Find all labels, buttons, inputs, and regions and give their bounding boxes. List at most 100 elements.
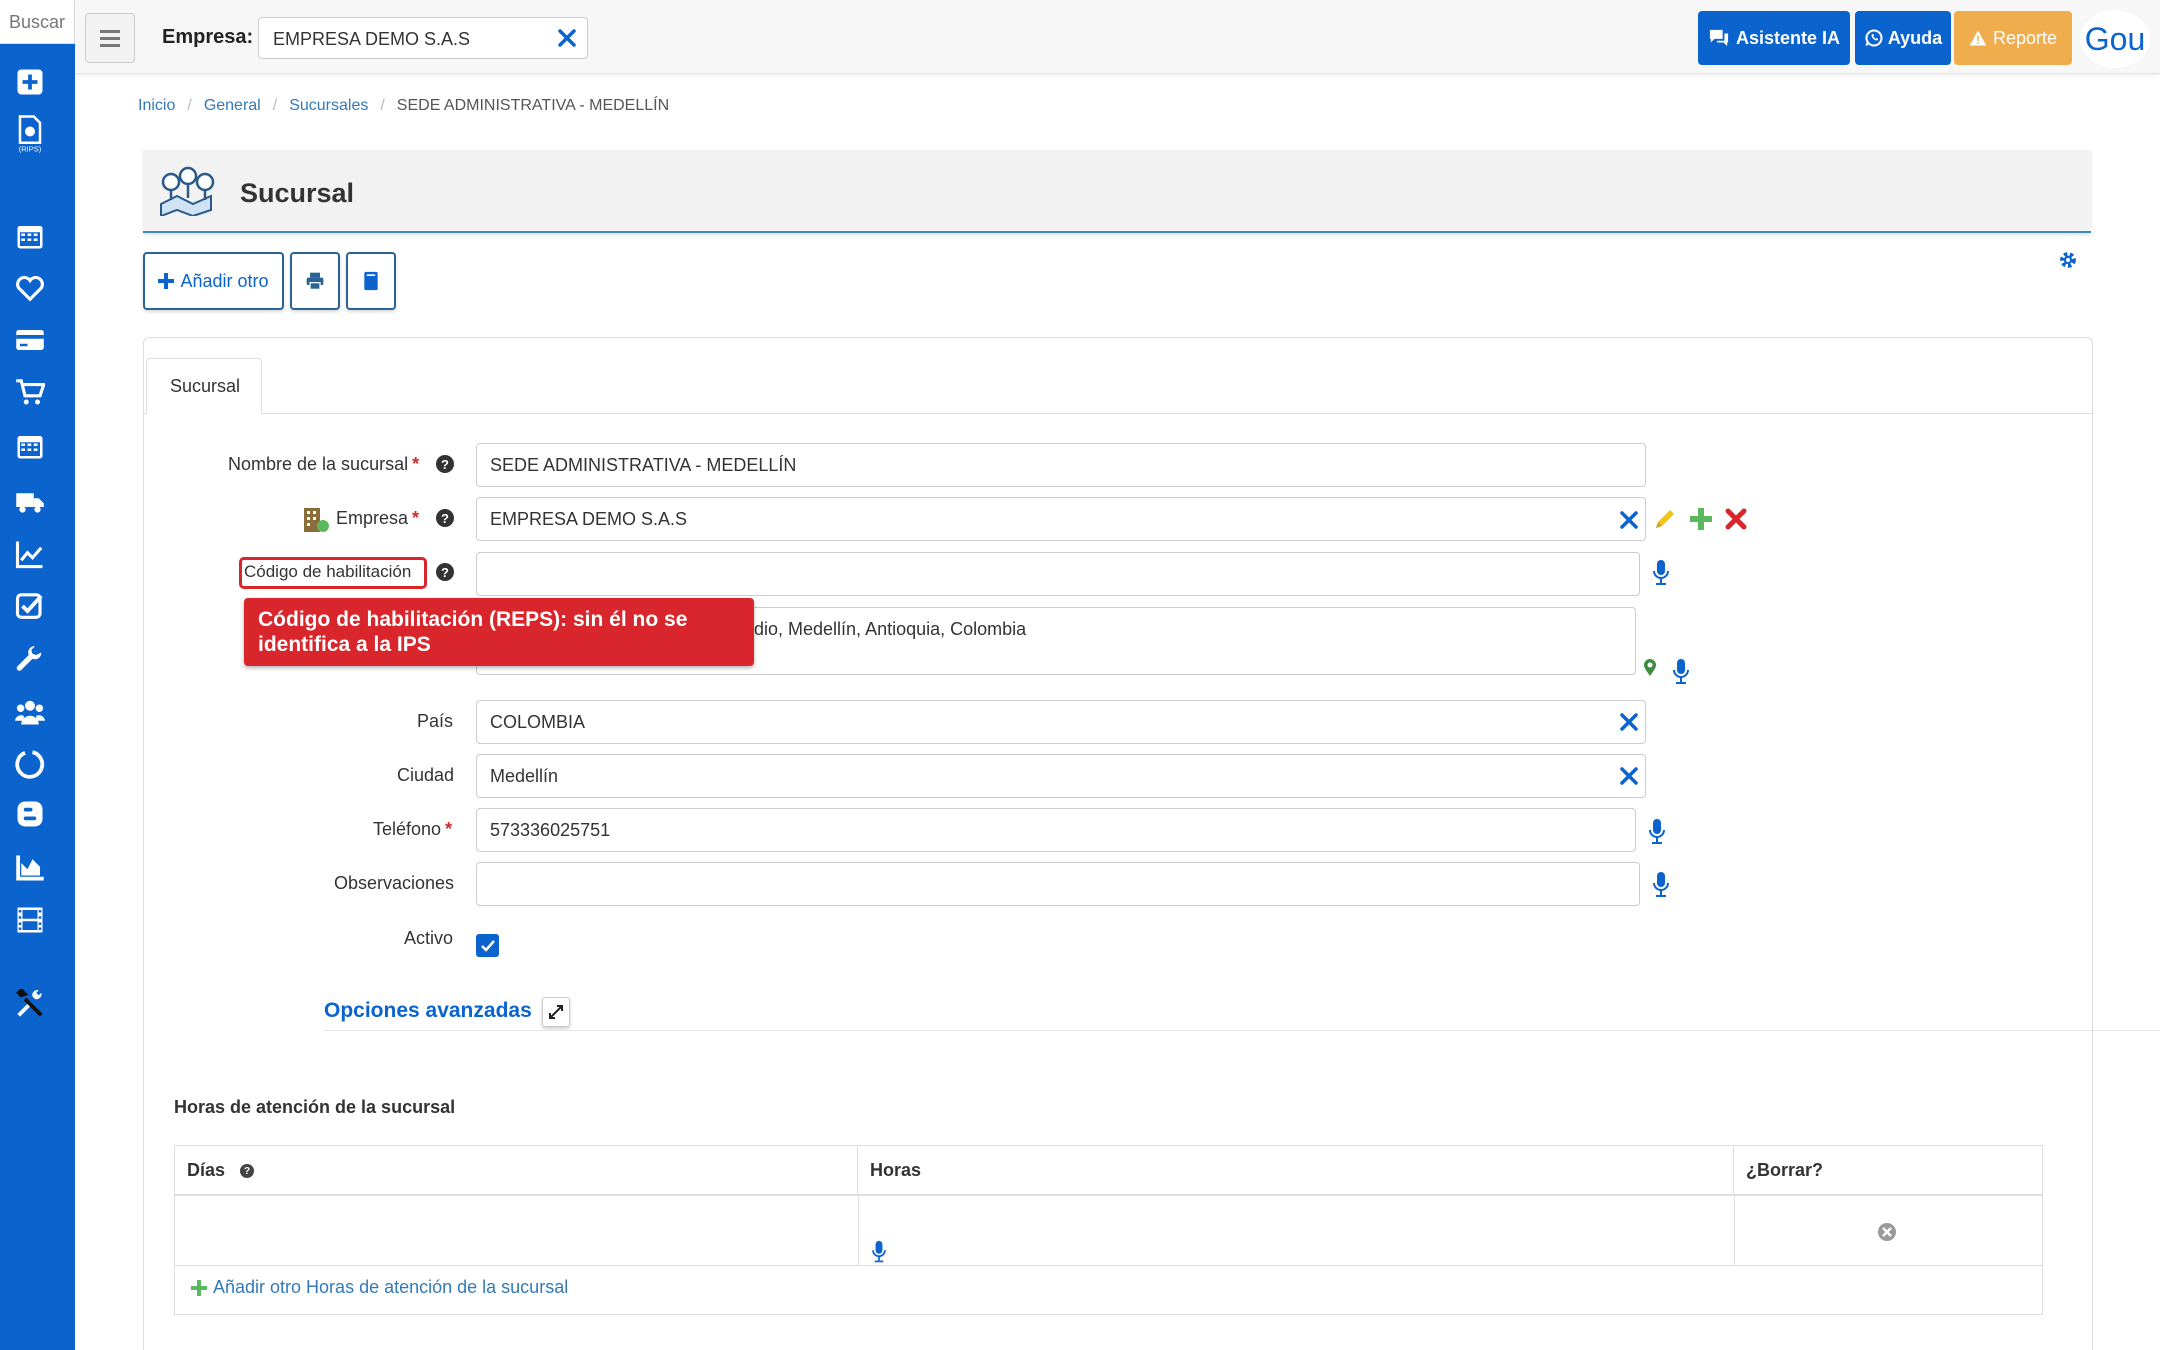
advanced-options-title[interactable]: Opciones avanzadas bbox=[324, 999, 532, 1023]
help-icon[interactable]: ? bbox=[436, 563, 454, 581]
add-empresa-icon[interactable] bbox=[1689, 507, 1713, 531]
activo-checkbox[interactable] bbox=[476, 934, 499, 957]
map-marker-icon[interactable] bbox=[1643, 658, 1657, 676]
pais-label: País bbox=[417, 711, 454, 731]
plus-icon bbox=[191, 1279, 207, 1296]
telefono-label-text: Teléfono bbox=[373, 819, 442, 839]
wrench-icon[interactable] bbox=[14, 644, 46, 676]
add-another-button[interactable]: Añadir otro bbox=[143, 252, 284, 310]
blogger-icon[interactable] bbox=[14, 798, 46, 830]
required-marker: * bbox=[412, 454, 420, 474]
telefono-input[interactable]: 573336025751 bbox=[476, 808, 1636, 852]
book-button[interactable] bbox=[346, 252, 396, 310]
settings-gear-icon[interactable] bbox=[2058, 250, 2078, 270]
plus-square-icon[interactable] bbox=[14, 66, 46, 98]
breadcrumb-general[interactable]: General bbox=[204, 97, 261, 115]
microphone-icon[interactable] bbox=[871, 1240, 887, 1264]
microphone-icon[interactable] bbox=[1672, 658, 1690, 686]
ciudad-select[interactable]: Medellín bbox=[476, 754, 1646, 798]
line-chart-icon[interactable] bbox=[14, 538, 46, 570]
warning-icon bbox=[1969, 30, 1987, 46]
nombre-label-text: Nombre de la sucursal bbox=[228, 454, 409, 474]
empresa-label: Empresa: bbox=[162, 26, 254, 48]
clear-pais-icon[interactable] bbox=[1617, 710, 1641, 734]
nombre-label: Nombre de la sucursal * bbox=[228, 454, 419, 475]
hamburger-menu-button[interactable] bbox=[85, 13, 135, 63]
asistente-ia-button[interactable]: Asistente IA bbox=[1698, 11, 1850, 65]
delete-empresa-icon[interactable] bbox=[1724, 507, 1748, 531]
empresa-field-label-text: Empresa bbox=[336, 508, 409, 528]
edit-pencil-icon[interactable] bbox=[1653, 507, 1677, 531]
clear-ciudad-icon[interactable] bbox=[1617, 764, 1641, 788]
plus-icon bbox=[158, 273, 175, 289]
column-header-horas: Horas bbox=[858, 1146, 1734, 1196]
sidebar: Buscar (RIPS) bbox=[0, 0, 75, 1350]
user-avatar[interactable]: Gou bbox=[2080, 10, 2150, 68]
tools-icon[interactable] bbox=[14, 988, 46, 1020]
shopping-cart-icon[interactable] bbox=[14, 376, 46, 408]
reporte-button[interactable]: Reporte bbox=[1954, 11, 2072, 65]
help-icon[interactable]: ? bbox=[436, 509, 454, 527]
column-header-dias: Días ? bbox=[175, 1146, 858, 1196]
pais-select[interactable]: COLOMBIA bbox=[476, 700, 1646, 744]
column-header-borrar: ¿Borrar? bbox=[1734, 1146, 2042, 1196]
add-hours-label: Añadir otro Horas de atención de la sucu… bbox=[213, 1277, 569, 1297]
checkmark-icon bbox=[480, 939, 495, 952]
asistente-ia-label: Asistente IA bbox=[1735, 27, 1841, 48]
codigo-label: Código de habilitación bbox=[244, 562, 412, 581]
nombre-input[interactable]: SEDE ADMINISTRATIVA - MEDELLÍN bbox=[476, 443, 1646, 487]
print-button[interactable] bbox=[290, 252, 340, 310]
expand-advanced-button[interactable] bbox=[542, 997, 570, 1027]
area-chart-icon[interactable] bbox=[14, 852, 46, 884]
sidebar-search-input[interactable]: Buscar bbox=[0, 0, 75, 44]
breadcrumb-current: SEDE ADMINISTRATIVA - MEDELLÍN bbox=[396, 97, 670, 114]
breadcrumb-inicio[interactable]: Inicio bbox=[138, 97, 175, 115]
film-icon[interactable] bbox=[14, 904, 46, 936]
required-marker: * bbox=[445, 819, 453, 839]
svg-text:(RIPS): (RIPS) bbox=[19, 145, 42, 154]
book-icon bbox=[364, 271, 378, 291]
page-title: Sucursal bbox=[240, 178, 355, 208]
map-pins-icon bbox=[160, 166, 215, 216]
circle-notch-icon[interactable] bbox=[14, 748, 46, 780]
credit-card-icon[interactable] bbox=[14, 324, 46, 356]
truck-icon[interactable] bbox=[14, 486, 46, 518]
ayuda-button[interactable]: Ayuda bbox=[1855, 11, 1951, 65]
calendar-grid-icon[interactable] bbox=[14, 430, 46, 462]
validation-tooltip: Código de habilitación (REPS): sin él no… bbox=[244, 598, 754, 666]
rips-file-icon[interactable]: (RIPS) bbox=[14, 114, 46, 154]
add-hours-link[interactable]: Añadir otro Horas de atención de la sucu… bbox=[191, 1277, 568, 1298]
page-header: Sucursal bbox=[143, 150, 2091, 233]
check-square-icon[interactable] bbox=[14, 590, 46, 622]
expand-arrows-icon bbox=[549, 1005, 563, 1019]
table-row bbox=[175, 1196, 2042, 1266]
calendar-icon[interactable] bbox=[14, 220, 46, 252]
clear-empresa-icon[interactable] bbox=[555, 26, 579, 50]
help-icon[interactable]: ? bbox=[436, 455, 454, 473]
add-another-label: Añadir otro bbox=[180, 270, 269, 291]
empresa-selector[interactable]: EMPRESA DEMO S.A.S bbox=[258, 17, 588, 59]
delete-row-icon[interactable] bbox=[1877, 1222, 1897, 1242]
users-icon[interactable] bbox=[14, 696, 46, 728]
microphone-icon[interactable] bbox=[1652, 559, 1670, 587]
comments-icon bbox=[1709, 29, 1729, 47]
activo-label: Activo bbox=[404, 928, 454, 948]
empresa-select[interactable]: EMPRESA DEMO S.A.S bbox=[476, 497, 1646, 541]
codigo-input[interactable] bbox=[476, 552, 1640, 596]
microphone-icon[interactable] bbox=[1648, 818, 1666, 846]
top-bar: Empresa: EMPRESA DEMO S.A.S Asistente IA… bbox=[75, 0, 2160, 74]
heart-icon[interactable] bbox=[14, 272, 46, 304]
microphone-icon[interactable] bbox=[1652, 871, 1670, 899]
tab-sucursal[interactable]: Sucursal bbox=[146, 358, 262, 414]
hours-table: Días ? Horas ¿Borrar? Añadir otro Horas … bbox=[174, 1145, 2043, 1315]
clear-empresa-field-icon[interactable] bbox=[1617, 508, 1641, 532]
breadcrumb-separator: / bbox=[272, 97, 278, 114]
help-icon[interactable]: ? bbox=[240, 1164, 255, 1179]
breadcrumb-sucursales[interactable]: Sucursales bbox=[289, 97, 368, 115]
ayuda-label: Ayuda bbox=[1887, 27, 1943, 48]
hamburger-icon bbox=[100, 36, 120, 40]
ciudad-label: Ciudad bbox=[397, 765, 455, 785]
observaciones-label: Observaciones bbox=[334, 873, 455, 893]
observaciones-input[interactable] bbox=[476, 862, 1640, 906]
hours-section-title: Horas de atención de la sucursal bbox=[174, 1097, 456, 1117]
